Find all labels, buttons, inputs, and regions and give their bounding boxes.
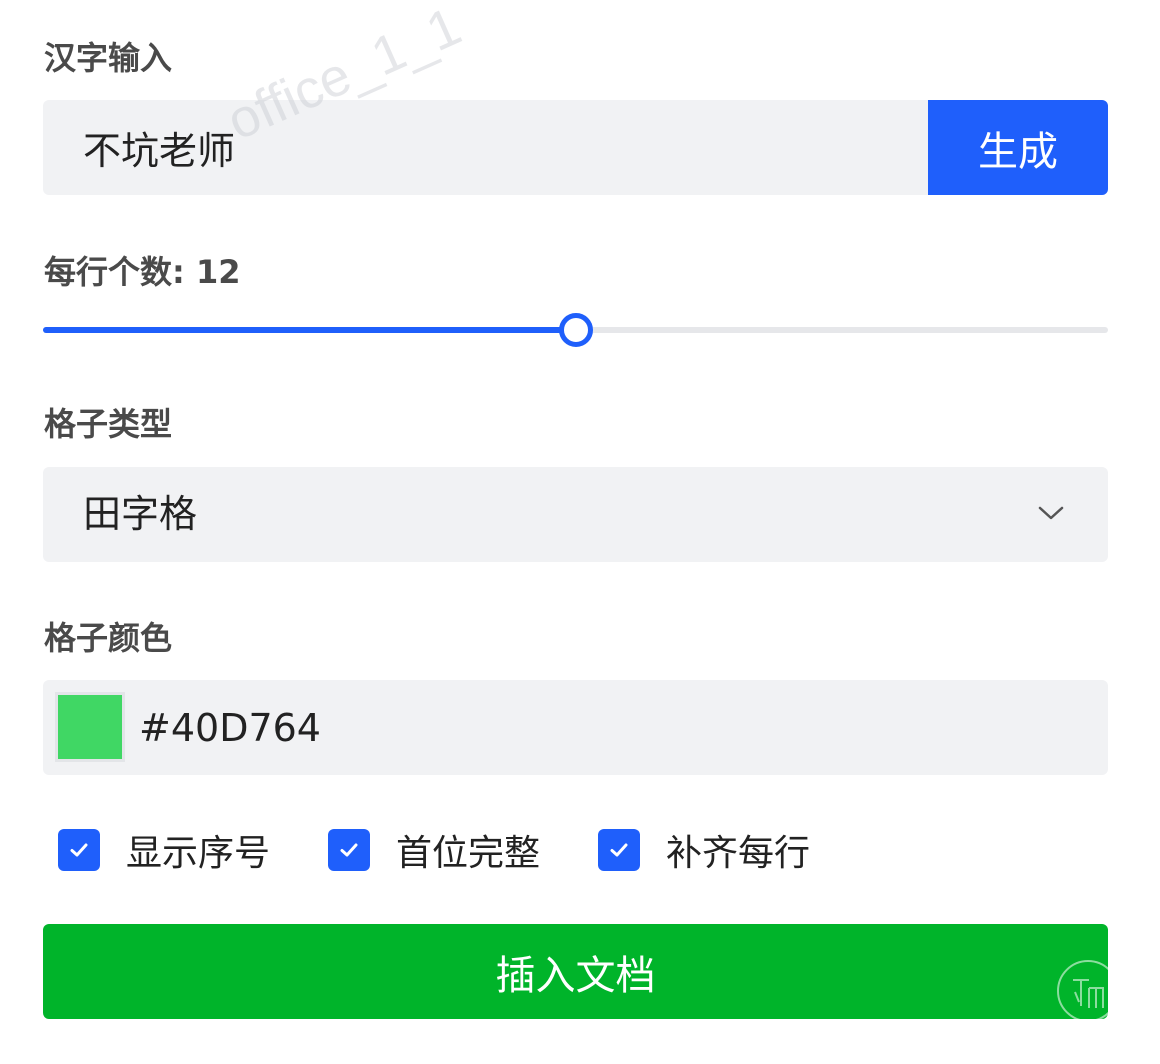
grid-type-label: 格子类型	[44, 405, 173, 443]
hanzi-grid-panel: 汉字输入 生成 office_1_1 每行个数: 12 格子类型 田字格 格子颜…	[0, 0, 1160, 1064]
show-index-label: 显示序号	[126, 833, 271, 874]
fill-rows-label: 补齐每行	[666, 833, 811, 874]
per-row-label-text: 每行个数:	[44, 253, 196, 291]
generate-button[interactable]: 生成	[928, 100, 1108, 195]
check-icon	[340, 843, 358, 857]
check-icon	[610, 843, 628, 857]
hanzi-input-row: 生成	[43, 100, 1108, 195]
option-show-index[interactable]: 显示序号	[58, 824, 270, 876]
grid-color-row	[43, 680, 1108, 775]
option-fill-rows[interactable]: 补齐每行	[598, 824, 810, 876]
grid-type-selected: 田字格	[83, 492, 198, 536]
grid-color-label: 格子颜色	[44, 619, 173, 657]
color-swatch[interactable]	[55, 692, 125, 762]
options-group: 显示序号 首位完整 补齐每行	[58, 828, 868, 874]
color-hex-input[interactable]	[139, 680, 1039, 775]
per-row-value: 12	[195, 253, 241, 291]
fill-rows-checkbox[interactable]	[598, 829, 641, 871]
slider-thumb[interactable]	[558, 313, 593, 347]
first-complete-label: 首位完整	[396, 833, 541, 874]
hanzi-input-label: 汉字输入	[44, 39, 173, 77]
per-row-slider[interactable]	[43, 312, 1108, 348]
per-row-label: 每行个数: 12	[44, 252, 240, 292]
chevron-down-icon	[1038, 506, 1064, 520]
grid-type-select[interactable]: 田字格	[43, 467, 1108, 562]
check-icon	[70, 843, 88, 857]
option-first-complete[interactable]: 首位完整	[328, 824, 540, 876]
insert-document-button[interactable]: 插入文档	[43, 924, 1108, 1019]
first-complete-checkbox[interactable]	[328, 829, 371, 871]
show-index-checkbox[interactable]	[58, 829, 100, 871]
hanzi-input[interactable]	[43, 100, 928, 195]
slider-fill	[43, 327, 576, 333]
